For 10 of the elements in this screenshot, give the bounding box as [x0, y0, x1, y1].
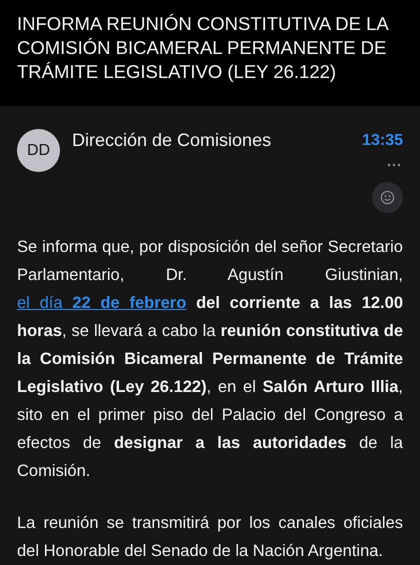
email-subject: INFORMA REUNIÓN CONSTITUTIVA DE LA COMISIÓN BICAMERAL PERMANENTE DE TRÁMITE LEGISLATIVO (LEY 26.122)	[17, 12, 390, 84]
smiley-icon	[380, 190, 395, 205]
message-paragraph: Se informa que, por disposición del señor Secretario Parlamentario, Dr. Agustín Giustinian, el día 22 de febrero del corriente a las 12.00 horas, se llevará a cabo la reunión constitutiva de la Comisión Bicameral Permanente de Trámite Legislativo (Ley 26.122), en el Salón Arturo Illia, sito en el primer piso del Palacio del Congreso a efectos de designar a las autoridades de la Comisión.	[17, 237, 403, 482]
avatar[interactable]: DD	[17, 129, 60, 172]
date-link[interactable]: el día 22 de febrero	[17, 294, 186, 312]
more-icon[interactable]	[387, 163, 401, 167]
timestamp: 13:35	[362, 131, 403, 151]
message-paragraph: La reunión se transmitirá por los canales oficiales del Honorable del Senado de la Nación Argentina.	[17, 513, 403, 562]
reaction-button[interactable]	[372, 182, 403, 213]
sender-name: Dirección de Comisiones	[72, 129, 272, 152]
